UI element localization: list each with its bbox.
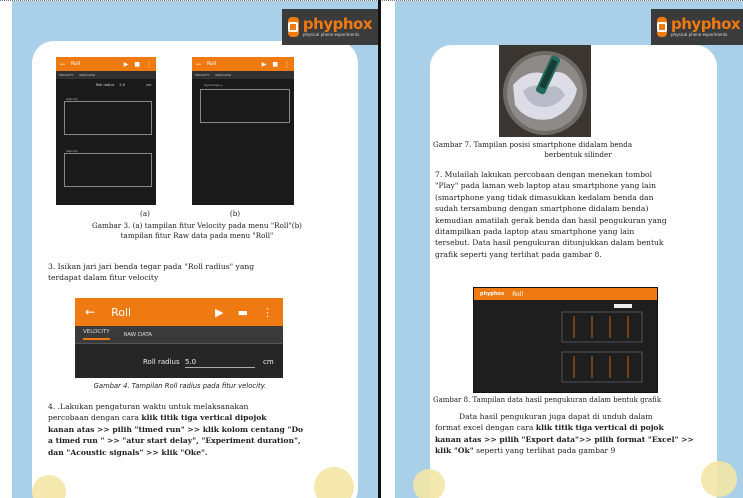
caption-line: tampilan fitur Raw data pada menu "Roll" <box>120 231 274 241</box>
step-7-line: sudah tersambung dengan smartphone didal… <box>435 204 649 214</box>
closing-text: seperti yang terlihat pada gambar 9 <box>473 446 616 456</box>
back-arrow-icon: ← <box>85 305 96 319</box>
logo-tagline: physical phone experiments <box>302 32 360 37</box>
roll-screenshot: ← Roll ▶ ▬ ⋮ VELOCITY RAW DATA Roll radi… <box>75 298 283 378</box>
closing-bold: kanan atas >> pilih "Export data">> pili… <box>435 434 694 444</box>
step-7-line: kemudian amatilah gerak benda dan hasil … <box>435 215 667 225</box>
plot-label: Gyroscope y <box>204 83 223 87</box>
step-7-line: grafik seperti yang terlihat pada gambar… <box>435 249 602 259</box>
figure-label-a: (a) <box>140 209 150 218</box>
decor-circle <box>701 461 737 497</box>
roll-radius-value: 5.0 <box>119 83 125 87</box>
tab-raw-data: RAW DATA <box>215 73 232 77</box>
step-3-line: terdapat dalam fitur velocity <box>48 273 159 283</box>
roll-radius-unit: cm <box>263 358 274 366</box>
figure-8-caption: Gambar 8. Tampilan data hasil pengukuran… <box>433 396 662 404</box>
closing-bold: klik "Ok" <box>435 446 474 456</box>
gyroscope-plot <box>200 89 290 123</box>
more-vert-icon: ⋮ <box>284 60 290 68</box>
app-title: Roll <box>71 61 81 67</box>
play-icon: ▶ <box>215 305 224 319</box>
phone-screenshot-a: ← Roll ▶ ■ ⋮ VELOCITY RAW DATA Roll radi… <box>56 57 156 205</box>
measurement-graph-screenshot: phyphox Roll <box>473 287 658 393</box>
phone-screenshot-b: ← Roll ▶ ■ ⋮ VELOCITY RAW DATA Gyroscope… <box>192 57 294 205</box>
step-7-line: 7. Mulailah lakukan percobaan dengan men… <box>435 170 653 179</box>
tab-velocity: VELOCITY <box>59 73 74 77</box>
closing-paragraph: Data hasil pengukuran juga dapat di undu… <box>435 411 719 457</box>
roll-radius-label: Roll radius <box>96 83 115 87</box>
play-icon: ▶ <box>123 60 129 68</box>
back-arrow-icon: ← <box>196 60 202 68</box>
caption-line: berbentuk silinder <box>544 150 612 160</box>
app-name: phyphox <box>480 291 505 297</box>
app-title: Roll <box>207 61 217 67</box>
tab-raw-data: RAW DATA <box>123 331 153 338</box>
figure-3-caption: Gambar 3. (a) tampilan fitur Velocity pa… <box>42 221 352 242</box>
phyphox-logo: phyphox physical phone experiments <box>651 9 743 45</box>
step-7-line: "Play" pada laman web laptop atau smartp… <box>435 181 657 191</box>
logo-tagline: physical phone experiments <box>671 32 728 37</box>
closing-line: Data hasil pengukuran juga dapat di undu… <box>459 412 653 421</box>
page-divider <box>378 0 381 498</box>
tab-velocity: VELOCITY <box>83 329 110 340</box>
step-7-line: ditampilkan pada laptop atau smartphone … <box>435 226 635 236</box>
step-4-bold: a timed run " >> "atur start delay", "Ex… <box>48 436 301 446</box>
graph-area <box>561 304 643 383</box>
decor-circle <box>413 469 445 498</box>
more-vert-icon: ⋮ <box>262 305 273 319</box>
step-3: 3. Isikan jari jari benda tegar pada "Ro… <box>48 261 348 284</box>
trash-icon: ■ <box>134 60 140 68</box>
tab-velocity: VELOCITY <box>195 73 210 77</box>
roll-radius-row: Roll radius 5.0 cm <box>75 356 283 370</box>
tab-raw-data: RAW DATA <box>79 73 96 77</box>
right-page: phyphox physical phone experiments Gamba… <box>395 1 743 498</box>
step-4-text: percobaan dengan cara <box>48 413 142 423</box>
step-4-bold: dan "Acoustic signals" >> klik "Oke". <box>48 447 208 457</box>
step-7: 7. Mulailah lakukan percobaan dengan men… <box>435 169 717 260</box>
roll-radius-field: 5.0 <box>185 358 255 368</box>
roll-title: Roll <box>111 305 132 319</box>
step-7-line: (smartphone yang tidak dimasukkan kedala… <box>435 192 654 202</box>
step-3-line: 3. Isikan jari jari benda tegar pada "Ro… <box>48 262 255 271</box>
closing-text: format excel dengan cara <box>435 423 536 433</box>
step-4-bold: kanan atas >> pilih "timed run" >> klik … <box>48 424 304 434</box>
caption-line: Gambar 3. (a) tampilan fitur Velocity pa… <box>92 221 302 230</box>
caption-line: Gambar 7. Tampilan posisi smartphone did… <box>433 140 633 149</box>
smartphone-in-cylinder-photo <box>499 45 591 137</box>
left-page: phyphox physical phone experiments ← Rol… <box>12 1 378 498</box>
figure-label-b: (b) <box>229 209 241 218</box>
app-title: Roll <box>512 290 524 298</box>
velocity-plot <box>64 153 152 187</box>
step-4-bold: klik titik tiga vertical dipojok <box>141 413 267 423</box>
logo-name: phyphox <box>671 15 741 33</box>
phyphox-logo-icon <box>288 17 299 37</box>
step-7-line: tersebut. Data hasil pengukuran ditunjuk… <box>435 238 664 248</box>
step-4-line: 4. .Lakukan pengaturan waktu untuk melak… <box>48 402 249 411</box>
phyphox-logo-icon <box>657 17 667 37</box>
trash-icon: ■ <box>272 60 278 68</box>
logo-name: phyphox <box>302 15 373 33</box>
step-4: 4. .Lakukan pengaturan waktu untuk melak… <box>48 401 350 458</box>
velocity-plot <box>64 101 152 135</box>
closing-bold: klik titik tiga vertical di pojok <box>535 423 664 433</box>
roll-radius-unit: cm <box>146 83 152 87</box>
trash-icon: ▬ <box>237 305 248 319</box>
more-vert-icon: ⋮ <box>146 60 152 68</box>
play-icon: ▶ <box>261 60 267 68</box>
roll-radius-label: Roll radius <box>143 358 180 366</box>
figure-7-caption: Gambar 7. Tampilan posisi smartphone did… <box>433 140 723 161</box>
phyphox-logo: phyphox physical phone experiments <box>282 9 378 45</box>
back-arrow-icon: ← <box>60 60 66 68</box>
figure-4-caption: Gambar 4. Tampilan Roll radius pada fitu… <box>93 382 267 390</box>
